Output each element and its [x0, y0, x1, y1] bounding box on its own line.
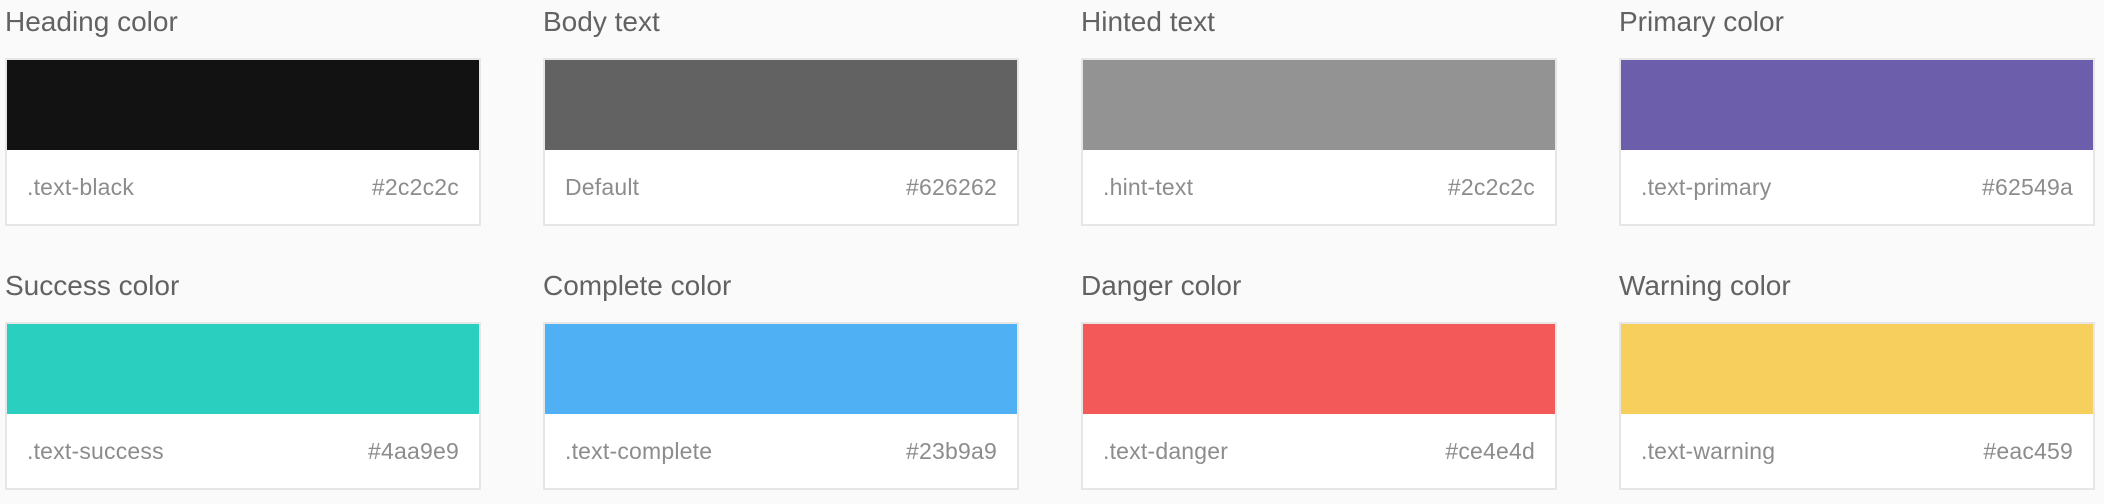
swatch-hex-value: #626262 [906, 173, 997, 200]
color-sample [7, 324, 479, 414]
swatch-title: Success color [5, 270, 180, 301]
swatch-hex-value: #62549a [1982, 173, 2073, 200]
color-sample [1083, 324, 1555, 414]
swatch-card: .text-success #4aa9e9 [5, 322, 481, 490]
color-sample [545, 324, 1017, 414]
swatch-card: .text-black #2c2c2c [5, 58, 481, 226]
swatch-class-name: .hint-text [1103, 173, 1194, 200]
swatch-meta: .text-warning #eac459 [1621, 414, 2093, 488]
swatch-meta: .text-danger #ce4e4d [1083, 414, 1555, 488]
swatch-hex-value: #23b9a9 [906, 437, 997, 464]
swatch-class-name: .text-complete [565, 437, 713, 464]
swatch-card: .text-warning #eac459 [1619, 322, 2095, 490]
swatch-complete-color: Complete color .text-complete #23b9a9 [543, 264, 1019, 504]
swatch-class-name: Default [565, 173, 640, 200]
swatch-title: Danger color [1081, 270, 1242, 301]
swatch-class-name: .text-warning [1641, 437, 1776, 464]
swatch-hex-value: #4aa9e9 [368, 437, 459, 464]
swatch-meta: .text-black #2c2c2c [7, 150, 479, 224]
swatch-hinted-text: Hinted text .hint-text #2c2c2c [1081, 0, 1557, 264]
swatch-hex-value: #ce4e4d [1445, 437, 1535, 464]
color-sample [7, 60, 479, 150]
swatch-title: Hinted text [1081, 6, 1215, 37]
swatch-meta: .hint-text #2c2c2c [1083, 150, 1555, 224]
swatch-card: .text-complete #23b9a9 [543, 322, 1019, 490]
swatch-card: .hint-text #2c2c2c [1081, 58, 1557, 226]
swatch-meta: .text-success #4aa9e9 [7, 414, 479, 488]
swatch-title: Heading color [5, 6, 178, 37]
swatch-danger-color: Danger color .text-danger #ce4e4d [1081, 264, 1557, 504]
swatch-class-name: .text-danger [1103, 437, 1229, 464]
swatch-card: .text-primary #62549a [1619, 58, 2095, 226]
swatch-hex-value: #eac459 [1983, 437, 2073, 464]
swatch-title: Complete color [543, 270, 732, 301]
swatch-heading-color: Heading color .text-black #2c2c2c [5, 0, 481, 264]
swatch-class-name: .text-success [27, 437, 164, 464]
swatch-meta: .text-primary #62549a [1621, 150, 2093, 224]
swatch-success-color: Success color .text-success #4aa9e9 [5, 264, 481, 504]
swatch-body-text: Body text Default #626262 [543, 0, 1019, 264]
swatch-class-name: .text-black [27, 173, 135, 200]
swatch-title: Body text [543, 6, 660, 37]
color-sample [1621, 60, 2093, 150]
swatch-meta: Default #626262 [545, 150, 1017, 224]
swatch-warning-color: Warning color .text-warning #eac459 [1619, 264, 2095, 504]
color-sample [1621, 324, 2093, 414]
color-sample [545, 60, 1017, 150]
swatch-meta: .text-complete #23b9a9 [545, 414, 1017, 488]
swatch-class-name: .text-primary [1641, 173, 1772, 200]
color-sample [1083, 60, 1555, 150]
swatch-card: .text-danger #ce4e4d [1081, 322, 1557, 490]
swatch-primary-color: Primary color .text-primary #62549a [1619, 0, 2095, 264]
swatch-title: Primary color [1619, 6, 1784, 37]
swatch-title: Warning color [1619, 270, 1791, 301]
swatch-hex-value: #2c2c2c [1447, 173, 1535, 200]
color-swatch-grid: Heading color .text-black #2c2c2c Body t… [5, 0, 2104, 504]
swatch-hex-value: #2c2c2c [371, 173, 459, 200]
swatch-card: Default #626262 [543, 58, 1019, 226]
